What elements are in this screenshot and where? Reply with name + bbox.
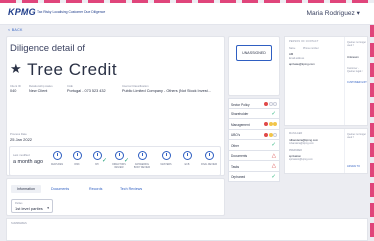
step-risk[interactable]: RISK bbox=[68, 151, 86, 167]
risk-dots bbox=[264, 132, 277, 137]
tab-tech-reviews[interactable]: Tech Reviews bbox=[120, 187, 142, 191]
clock-icon bbox=[72, 151, 82, 160]
step-ecb[interactable]: ECB bbox=[178, 151, 196, 167]
check-icon: ✓ bbox=[271, 142, 276, 148]
contact-email[interactable]: aprivate@kpmg.com bbox=[289, 62, 315, 66]
team-card: MANAGER rdbandeira@kpmg.com mbandeira@kp… bbox=[284, 128, 368, 174]
risk-dots bbox=[264, 122, 277, 126]
clock-icon bbox=[161, 151, 171, 160]
check-orphaned[interactable]: Orphaned ✓ bbox=[228, 171, 280, 182]
step-kpi[interactable]: ✓ KPI bbox=[88, 151, 107, 167]
risk-dots bbox=[264, 102, 277, 106]
last-modified: Last modified a month ago bbox=[13, 153, 43, 165]
clock-icon bbox=[204, 151, 214, 160]
star-icon[interactable]: ★ bbox=[10, 61, 22, 76]
meta-relationship: Relationship status New Client bbox=[29, 84, 53, 93]
app-title: Tax Risky Localising Customer Due Dilige… bbox=[37, 10, 106, 14]
check-icon: ✓ bbox=[271, 110, 276, 117]
avatar: AM bbox=[289, 52, 294, 56]
parties-filter[interactable]: Parties 1st level parties ▾ bbox=[11, 199, 53, 213]
check-tasks[interactable]: Tasks △ bbox=[228, 161, 280, 172]
check-icon: ✓ bbox=[271, 173, 276, 180]
customer-gift-link[interactable]: CUSTOMER GIFT bbox=[347, 81, 367, 84]
warning-icon: △ bbox=[271, 152, 276, 159]
step-masters[interactable]: MASTERS bbox=[157, 151, 175, 167]
top-bar: KPMG Tax Risky Localising Customer Due D… bbox=[0, 3, 374, 25]
check-icon: ✓ bbox=[123, 158, 129, 164]
check-other[interactable]: Other ✓ bbox=[228, 140, 280, 151]
checklist: Sector Policy Shareholder ✓ Management U… bbox=[228, 98, 280, 182]
meta-classification: Internal Classification Public Limited Co… bbox=[122, 84, 211, 93]
check-icon: ✓ bbox=[101, 158, 107, 164]
clock-icon bbox=[52, 151, 62, 160]
back-link[interactable]: < BACK bbox=[8, 28, 23, 32]
right-border bbox=[370, 3, 374, 241]
step-answering[interactable]: ANSWERING BODY REVIEW bbox=[133, 151, 151, 170]
meta-client-id: Client ID 040 bbox=[10, 84, 21, 93]
check-ubos[interactable]: UBO's bbox=[228, 129, 280, 140]
summaries-card: SUMMARIES bbox=[6, 218, 368, 241]
clock-icon bbox=[137, 151, 147, 160]
status-card: UNASSIGNED bbox=[228, 36, 280, 96]
check-sector-policy[interactable]: Sector Policy bbox=[228, 98, 280, 109]
page-subtitle: Diligence detail of bbox=[10, 43, 85, 54]
check-shareholder[interactable]: Shareholder ✓ bbox=[228, 108, 280, 119]
clock-icon bbox=[182, 151, 192, 160]
tabs-card: Information Documents Records Tech Revie… bbox=[6, 178, 225, 216]
contact-card: PERSON OF CONTACT Name Phone number AM E… bbox=[284, 36, 368, 126]
timeline: Last modified a month ago FEATURES RISK ✓… bbox=[9, 146, 221, 176]
kpmg-logo[interactable]: KPMG bbox=[8, 7, 36, 17]
assign-to-link[interactable]: ASSIGN TO bbox=[347, 165, 360, 168]
process-date: Process Date 25 Jan 2022 bbox=[10, 132, 33, 142]
tab-records[interactable]: Records bbox=[89, 187, 102, 191]
check-management[interactable]: Management bbox=[228, 119, 280, 130]
step-directors[interactable]: ✓ DIRECTORS REVIEW bbox=[110, 151, 129, 170]
clock-icon bbox=[92, 151, 102, 160]
tab-documents[interactable]: Documents bbox=[51, 187, 69, 191]
caret-down-icon: ▾ bbox=[47, 206, 49, 210]
check-documents[interactable]: Documents △ bbox=[228, 150, 280, 161]
meta-cae: CAE Portugal - 073 523 432 bbox=[67, 84, 106, 93]
user-menu[interactable]: Maria Rodriguez ▾ bbox=[306, 9, 360, 17]
step-features[interactable]: FEATURES bbox=[48, 151, 66, 167]
tab-information[interactable]: Information bbox=[11, 185, 41, 193]
unassigned-button[interactable]: UNASSIGNED bbox=[236, 45, 272, 61]
client-name: ★ Tree Credit bbox=[10, 60, 118, 79]
clock-icon bbox=[114, 151, 124, 160]
warning-icon: △ bbox=[271, 163, 276, 169]
step-final-review[interactable]: FINAL REVIEW bbox=[200, 151, 218, 167]
